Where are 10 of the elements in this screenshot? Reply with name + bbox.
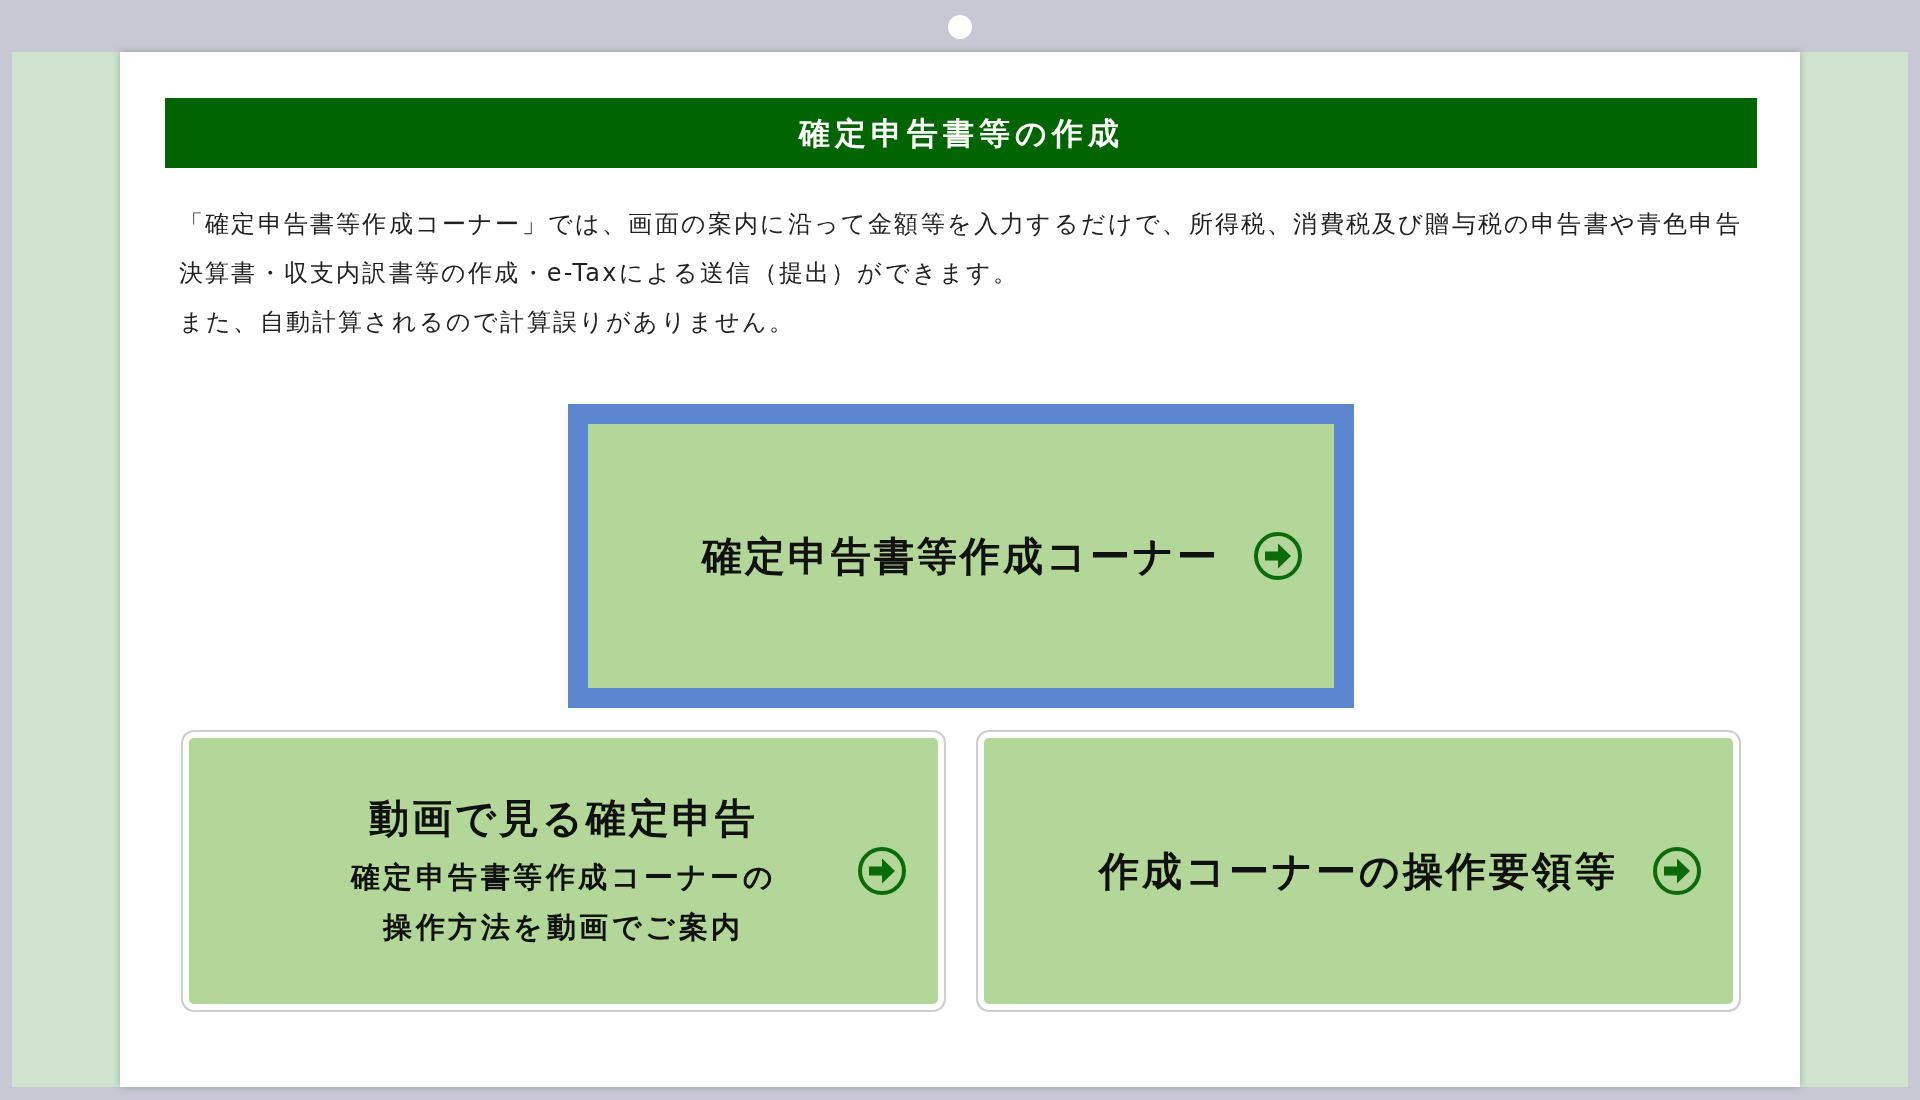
camera-dot-icon (948, 15, 972, 39)
link-button[interactable]: 作成コーナーの操作要領等 (976, 730, 1741, 1012)
intro-text: また、自動計算されるので計算誤りがありません。 (179, 307, 797, 338)
main-link-button[interactable]: 確定申告書等作成コーナー (568, 404, 1354, 708)
arrow-circle-icon (1653, 847, 1701, 895)
intro-text: 「確定申告書等作成コーナー」では、画面の案内に沿って金額等を入力するだけで、所得税、消費税及び贈与税の申告書や青色申告決算書・収支内訳書等の作成・e-Taxによる送信（提出）ができます。 (179, 209, 1743, 289)
arrow-circle-icon (1254, 532, 1302, 580)
section-header: 確定申告書等の作成 (165, 98, 1757, 168)
link-button[interactable]: 動画で見る確定申告 確定申告書等作成コーナーの操作方法を動画でご案内 (181, 730, 946, 1012)
arrow-circle-icon (858, 847, 906, 895)
